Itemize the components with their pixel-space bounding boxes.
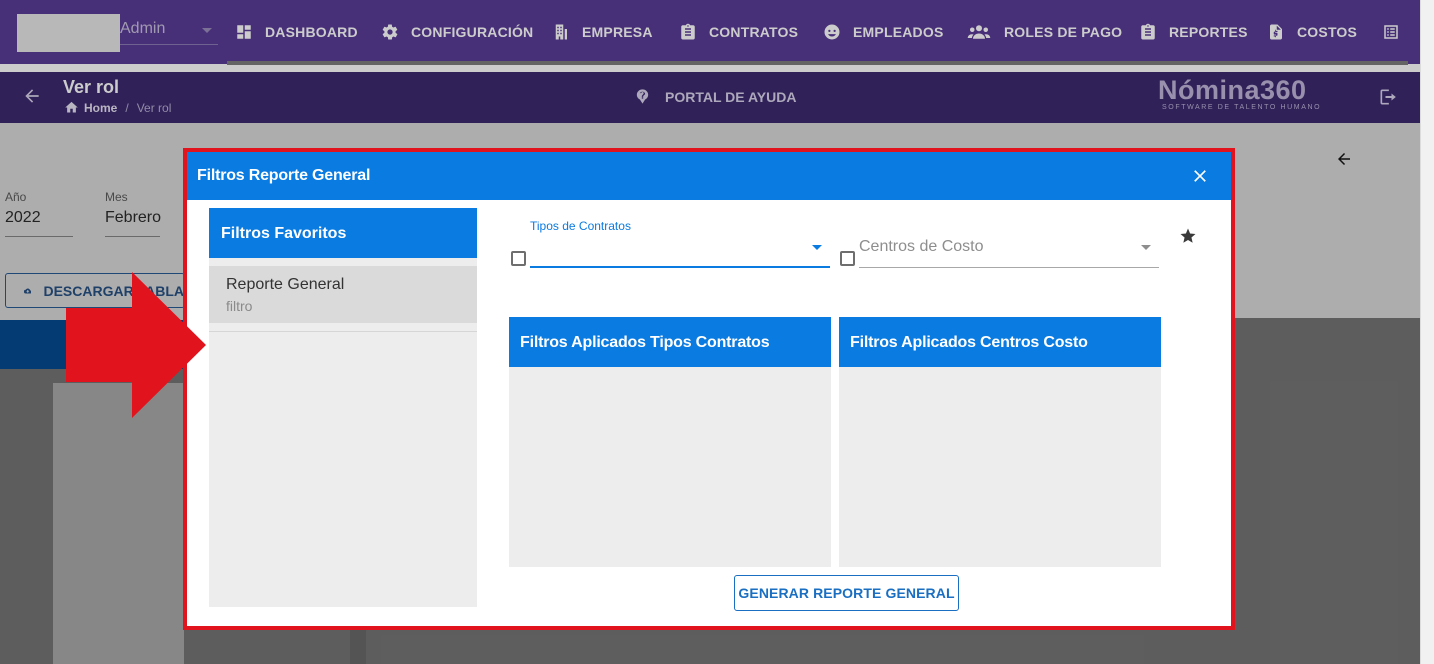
favorites-divider: [209, 331, 477, 332]
applied-contracts-header: Filtros Aplicados Tipos Contratos: [509, 317, 831, 367]
favorite-item-title: Reporte General: [226, 276, 345, 293]
contract-types-dropdown-icon[interactable]: [812, 245, 822, 250]
favorites-panel: Filtros Favoritos Reporte General filtro: [209, 208, 477, 607]
cost-centers-dropdown-icon[interactable]: [1141, 245, 1151, 250]
cost-centers-checkbox[interactable]: [840, 251, 855, 266]
page-scrollbar[interactable]: [1420, 0, 1434, 664]
applied-costs-panel: Filtros Aplicados Centros Costo: [839, 317, 1161, 567]
favorites-header: Filtros Favoritos: [209, 208, 477, 258]
applied-costs-header: Filtros Aplicados Centros Costo: [839, 317, 1161, 367]
contract-types-checkbox[interactable]: [511, 251, 526, 266]
contract-types-label: Tipos de Contratos: [530, 219, 631, 233]
close-icon[interactable]: [1190, 166, 1210, 186]
filters-dialog: Filtros Reporte General Filtros Favorito…: [187, 152, 1231, 626]
dialog-title: Filtros Reporte General: [197, 167, 371, 184]
pointer-arrow-icon: [66, 272, 206, 418]
cost-centers-select[interactable]: [859, 267, 1159, 268]
modal-backdrop-top: [0, 0, 1420, 123]
dialog-header: Filtros Reporte General: [187, 152, 1231, 200]
favorite-item[interactable]: Reporte General filtro: [209, 266, 477, 323]
generate-report-button[interactable]: GENERAR REPORTE GENERAL: [734, 575, 959, 611]
applied-contracts-panel: Filtros Aplicados Tipos Contratos: [509, 317, 831, 567]
contract-types-select[interactable]: [530, 266, 830, 268]
cost-centers-placeholder[interactable]: Centros de Costo: [859, 238, 984, 256]
favorite-item-subtitle: filtro: [226, 298, 253, 314]
star-icon[interactable]: [1179, 227, 1197, 245]
back-arrow-icon[interactable]: [1335, 150, 1353, 168]
